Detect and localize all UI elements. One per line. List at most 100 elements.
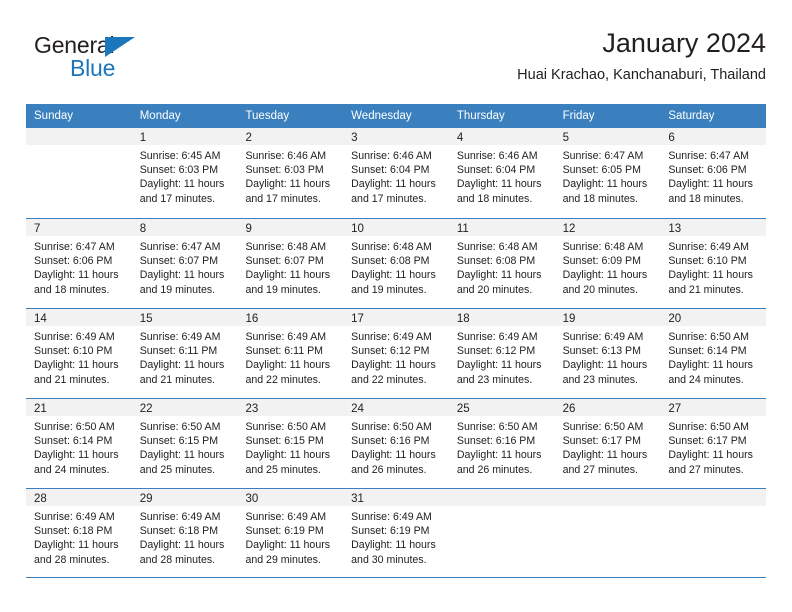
daylight-text: Daylight: 11 hours bbox=[351, 359, 436, 372]
day-cell[interactable]: 16 Sunrise: 6:49 AM Sunset: 6:11 PM Dayligh… bbox=[237, 309, 344, 398]
sunrise-text: Sunrise: 6:49 AM bbox=[34, 511, 115, 523]
sunrise-text: Sunrise: 6:50 AM bbox=[456, 421, 538, 433]
sunset-text: Sunset: 6:19 PM bbox=[245, 525, 324, 538]
day-cell[interactable]: 23 Sunrise: 6:50 AM Sunset: 6:15 PM Dayligh… bbox=[237, 399, 344, 488]
day-cell[interactable]: 7 Sunrise: 6:47 AM Sunset: 6:06 PM Daylight… bbox=[26, 219, 132, 308]
calendar-week-row: 14 Sunrise: 6:49 AM Sunset: 6:10 PM Dayligh… bbox=[26, 308, 767, 398]
day-number-band: 15 bbox=[131, 309, 238, 326]
daylight-text: Daylight: 11 hours bbox=[245, 359, 331, 372]
daylight-text: and 27 minutes. bbox=[668, 463, 744, 476]
day-cell[interactable]: 19 Sunrise: 6:49 AM Sunset: 6:13 PM Dayligh… bbox=[554, 309, 661, 398]
day-cell[interactable]: 10 Sunrise: 6:48 AM Sunset: 6:08 PM Dayligh… bbox=[343, 219, 449, 308]
daylight-text: and 25 minutes. bbox=[245, 463, 321, 476]
day-cell[interactable]: 13 Sunrise: 6:49 AM Sunset: 6:10 PM Dayligh… bbox=[660, 219, 767, 308]
daylight-text: and 26 minutes. bbox=[351, 463, 427, 476]
day-cell[interactable]: 5 Sunrise: 6:47 AM Sunset: 6:05 PM Daylight… bbox=[554, 128, 661, 218]
sunrise-text: Sunrise: 6:50 AM bbox=[351, 421, 432, 433]
sunrise-text: Sunrise: 6:48 AM bbox=[245, 241, 327, 253]
day-cell[interactable]: 2 Sunrise: 6:46 AM Sunset: 6:03 PM Daylight… bbox=[237, 128, 344, 218]
day-number-band bbox=[554, 489, 661, 506]
sunset-text: Sunset: 6:15 PM bbox=[245, 435, 324, 448]
sunrise-text: Sunrise: 6:49 AM bbox=[139, 331, 221, 343]
sunrise-text: Sunrise: 6:47 AM bbox=[34, 241, 115, 253]
daylight-text: Daylight: 11 hours bbox=[562, 178, 648, 191]
day-number: 14 bbox=[34, 313, 47, 325]
sunset-text: Sunset: 6:11 PM bbox=[245, 345, 323, 358]
day-number-band bbox=[26, 128, 132, 145]
sunset-text: Sunset: 6:08 PM bbox=[456, 255, 536, 268]
day-cell[interactable]: 28 Sunrise: 6:49 AM Sunset: 6:18 PM Dayligh… bbox=[26, 489, 132, 577]
sunset-text: Sunset: 6:16 PM bbox=[351, 435, 430, 448]
day-cell[interactable]: 11 Sunrise: 6:48 AM Sunset: 6:08 PM Dayligh… bbox=[448, 219, 555, 308]
sunrise-text: Sunrise: 6:49 AM bbox=[351, 331, 432, 343]
daylight-text: Daylight: 11 hours bbox=[562, 269, 648, 282]
sunrise-text: Sunrise: 6:49 AM bbox=[668, 241, 749, 253]
day-cell[interactable]: 1 Sunrise: 6:45 AM Sunset: 6:03 PM Daylight… bbox=[131, 128, 238, 218]
day-cell[interactable]: 21 Sunrise: 6:50 AM Sunset: 6:14 PM Dayligh… bbox=[26, 399, 132, 488]
day-cell-empty bbox=[448, 489, 555, 577]
day-cell[interactable]: 22 Sunrise: 6:50 AM Sunset: 6:15 PM Dayligh… bbox=[131, 399, 238, 488]
day-number-band bbox=[448, 489, 555, 506]
day-number-band: 1 bbox=[131, 128, 238, 145]
day-number: 28 bbox=[34, 493, 47, 505]
day-cell[interactable]: 15 Sunrise: 6:49 AM Sunset: 6:11 PM Dayligh… bbox=[131, 309, 238, 398]
daylight-text: Daylight: 11 hours bbox=[456, 359, 542, 372]
day-cell[interactable]: 20 Sunrise: 6:50 AM Sunset: 6:14 PM Dayligh… bbox=[660, 309, 767, 398]
daylight-text: Daylight: 11 hours bbox=[668, 359, 753, 372]
day-cell[interactable]: 27 Sunrise: 6:50 AM Sunset: 6:17 PM Dayligh… bbox=[660, 399, 767, 488]
sunset-text: Sunset: 6:18 PM bbox=[34, 525, 113, 538]
day-number-band: 24 bbox=[343, 399, 449, 416]
day-cell[interactable]: 25 Sunrise: 6:50 AM Sunset: 6:16 PM Dayligh… bbox=[448, 399, 555, 488]
day-cell[interactable]: 9 Sunrise: 6:48 AM Sunset: 6:07 PM Daylight… bbox=[237, 219, 344, 308]
day-number: 30 bbox=[245, 493, 259, 505]
day-cell[interactable]: 18 Sunrise: 6:49 AM Sunset: 6:12 PM Dayligh… bbox=[448, 309, 555, 398]
day-details: Sunrise: 6:50 AM Sunset: 6:15 PM Daylight:… bbox=[237, 416, 343, 477]
day-details: Sunrise: 6:49 AM Sunset: 6:19 PM Daylight:… bbox=[343, 506, 449, 567]
day-number: 6 bbox=[668, 132, 675, 144]
daylight-text: and 24 minutes. bbox=[34, 463, 110, 476]
day-cell[interactable]: 17 Sunrise: 6:49 AM Sunset: 6:12 PM Dayligh… bbox=[343, 309, 449, 398]
day-number-band: 6 bbox=[660, 128, 767, 145]
sunset-text: Sunset: 6:14 PM bbox=[34, 435, 113, 448]
daylight-text: and 26 minutes. bbox=[456, 463, 533, 476]
calendar-week-row: 21 Sunrise: 6:50 AM Sunset: 6:14 PM Dayligh… bbox=[26, 398, 767, 488]
day-number: 8 bbox=[139, 223, 147, 235]
weekday-header-tuesday: Tuesday bbox=[245, 110, 290, 122]
day-cell[interactable]: 14 Sunrise: 6:49 AM Sunset: 6:10 PM Dayligh… bbox=[26, 309, 132, 398]
daylight-text: Daylight: 11 hours bbox=[34, 359, 119, 372]
day-details: Sunrise: 6:50 AM Sunset: 6:14 PM Daylight:… bbox=[660, 326, 766, 387]
sunset-text: Sunset: 6:15 PM bbox=[139, 435, 219, 448]
day-cell-empty bbox=[26, 128, 132, 218]
sunset-text: Sunset: 6:13 PM bbox=[562, 345, 641, 358]
day-number-band: 29 bbox=[131, 489, 238, 506]
day-number-band: 10 bbox=[343, 219, 449, 236]
logo-word-blue: Blue bbox=[70, 55, 116, 81]
day-cell[interactable]: 6 Sunrise: 6:47 AM Sunset: 6:06 PM Daylight… bbox=[660, 128, 767, 218]
day-number-band: 30 bbox=[237, 489, 344, 506]
day-details: Sunrise: 6:48 AM Sunset: 6:08 PM Daylight:… bbox=[449, 236, 555, 297]
daylight-text: and 21 minutes. bbox=[139, 373, 216, 386]
day-number-band: 28 bbox=[26, 489, 132, 506]
day-number-band: 17 bbox=[343, 309, 449, 326]
sunset-text: Sunset: 6:16 PM bbox=[456, 435, 536, 448]
daylight-text: Daylight: 11 hours bbox=[245, 449, 331, 462]
daylight-text: Daylight: 11 hours bbox=[562, 359, 648, 372]
daylight-text: and 18 minutes. bbox=[34, 283, 110, 296]
day-number: 26 bbox=[562, 403, 576, 415]
daylight-text: and 28 minutes. bbox=[34, 553, 110, 566]
page-subtitle: Huai Krachao, Kanchanaburi, Thailand bbox=[517, 67, 766, 83]
day-number-band: 27 bbox=[660, 399, 767, 416]
day-cell[interactable]: 26 Sunrise: 6:50 AM Sunset: 6:17 PM Dayligh… bbox=[554, 399, 661, 488]
day-cell[interactable]: 31 Sunrise: 6:49 AM Sunset: 6:19 PM Dayligh… bbox=[343, 489, 449, 577]
day-cell[interactable]: 3 Sunrise: 6:46 AM Sunset: 6:04 PM Daylight… bbox=[343, 128, 449, 218]
day-cell[interactable]: 30 Sunrise: 6:49 AM Sunset: 6:19 PM Dayligh… bbox=[237, 489, 344, 577]
day-cell[interactable]: 12 Sunrise: 6:48 AM Sunset: 6:09 PM Dayligh… bbox=[554, 219, 661, 308]
day-cell[interactable]: 24 Sunrise: 6:50 AM Sunset: 6:16 PM Dayligh… bbox=[343, 399, 449, 488]
sunrise-text: Sunrise: 6:47 AM bbox=[139, 241, 221, 253]
sunrise-text: Sunrise: 6:49 AM bbox=[34, 331, 115, 343]
day-number-band: 14 bbox=[26, 309, 132, 326]
day-cell[interactable]: 29 Sunrise: 6:49 AM Sunset: 6:18 PM Dayligh… bbox=[131, 489, 238, 577]
day-cell[interactable]: 4 Sunrise: 6:46 AM Sunset: 6:04 PM Daylight… bbox=[448, 128, 555, 218]
day-cell[interactable]: 8 Sunrise: 6:47 AM Sunset: 6:07 PM Daylight… bbox=[131, 219, 238, 308]
day-number-band: 22 bbox=[131, 399, 238, 416]
